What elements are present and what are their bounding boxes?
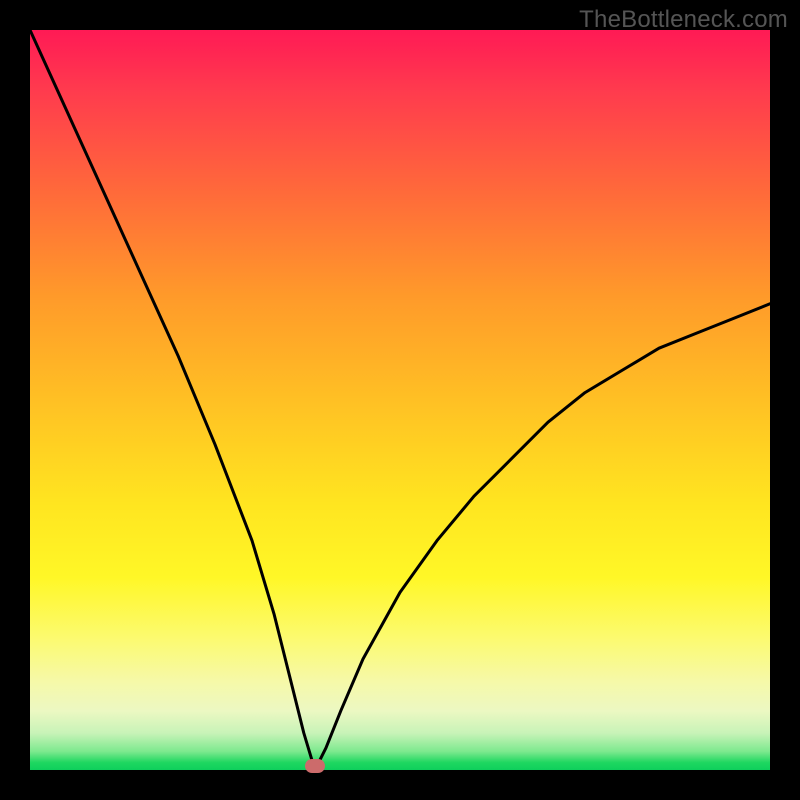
bottleneck-curve bbox=[30, 30, 770, 770]
watermark-text: TheBottleneck.com bbox=[579, 6, 788, 34]
chart-frame: TheBottleneck.com bbox=[0, 0, 800, 800]
plot-area bbox=[30, 30, 770, 770]
optimum-marker bbox=[305, 759, 325, 773]
